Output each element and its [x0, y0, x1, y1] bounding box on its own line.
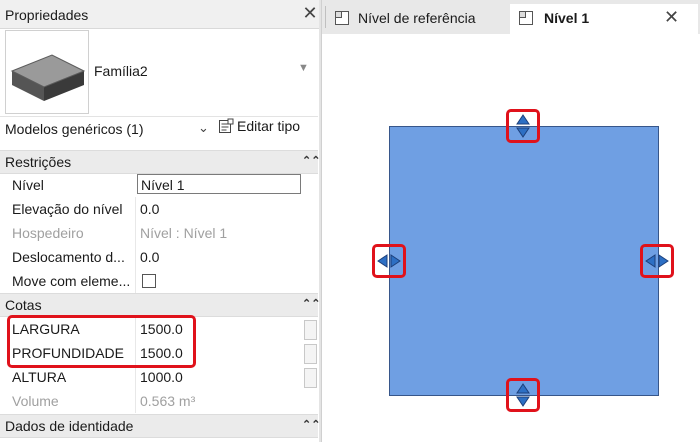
tab-label: Nível 1	[544, 10, 590, 26]
property-label: Deslocamento d...	[12, 249, 125, 265]
section-title: Restrições	[5, 154, 72, 170]
section-title: Cotas	[5, 297, 42, 313]
edit-type-button[interactable]: Editar tipo	[218, 118, 300, 140]
divider	[0, 116, 318, 117]
property-row-level: Nível Nível 1	[0, 173, 318, 197]
properties-title-bar: Propriedades ✕	[0, 0, 321, 29]
highlight-box	[7, 315, 196, 368]
tab-reference-level[interactable]: Nível de referência	[324, 4, 508, 34]
category-filter[interactable]: Modelos genéricos (1)	[5, 121, 144, 137]
property-row-move-with: Move com eleme...	[0, 269, 318, 293]
property-value[interactable]: 0.0	[140, 249, 159, 265]
view-tab-bar: Nível de referência Nível 1 ✕	[322, 0, 700, 34]
horizontal-drag-handle-icon	[645, 254, 669, 268]
type-thumbnail[interactable]	[5, 30, 89, 114]
edit-type-icon	[219, 118, 234, 133]
vertical-drag-handle-icon	[516, 383, 530, 407]
view-icon	[519, 11, 533, 25]
close-icon[interactable]: ✕	[664, 8, 679, 26]
collapse-icon[interactable]: ⌃⌃	[302, 154, 320, 167]
associate-parameter-button[interactable]	[304, 320, 317, 340]
property-label: Nível	[12, 177, 44, 193]
level-field[interactable]: Nível 1	[137, 174, 301, 194]
divider	[325, 6, 326, 28]
move-with-elements-checkbox[interactable]	[142, 274, 156, 288]
level-value: Nível 1	[141, 177, 185, 193]
edit-type-label: Editar tipo	[237, 118, 301, 134]
associate-parameter-button[interactable]	[304, 344, 317, 364]
view-icon	[335, 11, 349, 25]
property-value: 0.563 m³	[140, 393, 196, 409]
section-dimensions[interactable]: Cotas ⌃⌃	[0, 293, 320, 317]
chevron-down-icon[interactable]: ⌄	[198, 120, 209, 136]
property-value[interactable]: 1000.0	[140, 369, 183, 385]
section-identity[interactable]: Dados de identidade ⌃⌃	[0, 414, 320, 438]
property-row-offset: Deslocamento d... 0.0	[0, 245, 318, 269]
bottom-shape-handle[interactable]	[506, 378, 540, 412]
property-label: Hospedeiro	[12, 225, 84, 241]
property-label: Volume	[12, 393, 59, 409]
tab-label: Nível de referência	[358, 10, 476, 26]
top-shape-handle[interactable]	[506, 109, 540, 143]
properties-title: Propriedades	[5, 7, 89, 23]
properties-panel: Propriedades ✕ Família2 ▼ Modelos genéri…	[0, 0, 322, 442]
right-shape-handle[interactable]	[640, 244, 674, 278]
property-label: Move com eleme...	[12, 273, 131, 289]
section-constraints[interactable]: Restrições ⌃⌃	[0, 150, 320, 174]
property-value[interactable]: 0.0	[140, 201, 159, 217]
vertical-drag-handle-icon	[516, 114, 530, 138]
property-value: Nível : Nível 1	[140, 225, 228, 241]
generic-model-element[interactable]	[389, 126, 659, 396]
generic-model-preview-icon	[10, 54, 86, 101]
collapse-icon[interactable]: ⌃⌃	[302, 297, 320, 310]
associate-parameter-button[interactable]	[304, 368, 317, 388]
close-icon[interactable]: ✕	[302, 4, 318, 22]
tab-level-1[interactable]: Nível 1 ✕	[510, 4, 698, 34]
property-row-height: ALTURA 1000.0	[0, 365, 318, 389]
property-row-volume: Volume 0.563 m³	[0, 389, 318, 413]
property-label: ALTURA	[12, 369, 67, 385]
property-row-host: Hospedeiro Nível : Nível 1	[0, 221, 318, 245]
horizontal-drag-handle-icon	[377, 254, 401, 268]
type-dropdown-icon[interactable]: ▼	[298, 62, 309, 74]
collapse-icon[interactable]: ⌃⌃	[302, 418, 320, 431]
property-label: Elevação do nível	[12, 201, 123, 217]
left-shape-handle[interactable]	[372, 244, 406, 278]
type-name[interactable]: Família2	[94, 63, 148, 79]
panel-scrollbar[interactable]	[319, 0, 321, 442]
property-row-level-elevation: Elevação do nível 0.0	[0, 197, 318, 221]
section-title: Dados de identidade	[5, 418, 134, 434]
